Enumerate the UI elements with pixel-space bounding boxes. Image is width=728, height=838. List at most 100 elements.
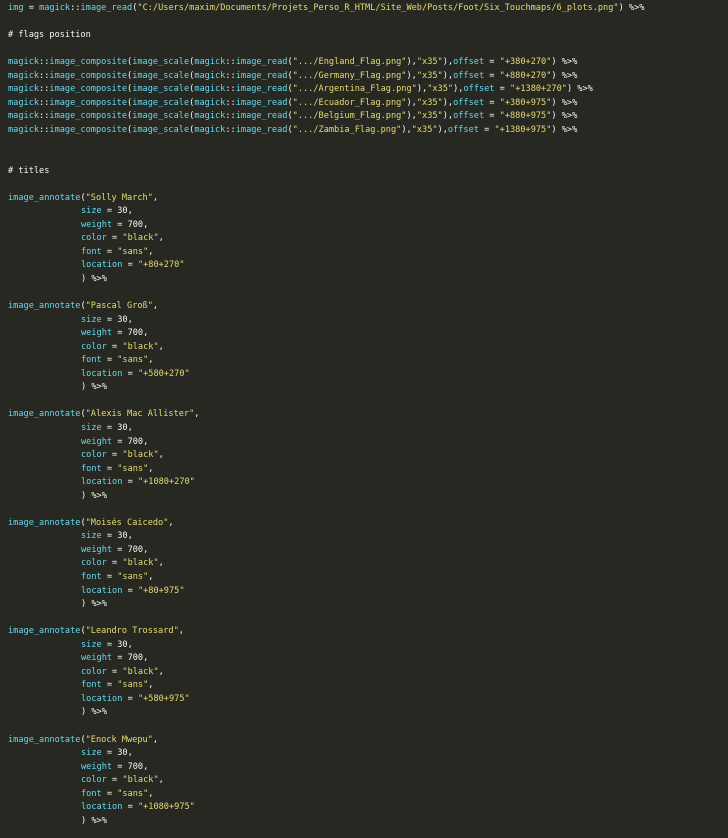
code-token: ,: [148, 680, 154, 691]
code-token: "sans": [117, 571, 149, 582]
code-token: font: [81, 246, 102, 257]
code-token: ) %>%: [81, 490, 107, 501]
code-token: ,: [143, 219, 149, 230]
code-line: image_annotate("Leandro Trossard",: [8, 625, 728, 639]
code-token: image_scale: [132, 84, 190, 95]
code-line: # titles: [8, 165, 728, 179]
code-token: "x35": [416, 97, 443, 108]
code-token: weight: [81, 761, 113, 772]
code-token: location: [81, 368, 123, 379]
code-token: image_annotate: [8, 301, 81, 312]
code-token: font: [81, 788, 102, 799]
code-line: location = "+1080+270": [8, 476, 728, 490]
code-token: location: [81, 693, 123, 704]
code-token: magick: [8, 84, 40, 95]
code-token: "Solly March": [85, 192, 153, 203]
code-token: image_annotate: [8, 517, 81, 528]
code-token: image_annotate: [8, 409, 81, 420]
code-token: =: [122, 368, 138, 379]
code-token: image_annotate: [8, 192, 81, 203]
code-token: =: [101, 355, 118, 366]
code-token: image_scale: [132, 111, 190, 122]
code-token: offset: [447, 124, 479, 135]
code-token: ,: [127, 531, 133, 542]
code-token: ),: [437, 124, 448, 135]
code-token: ,: [178, 626, 184, 637]
code-token: ".../Germany_Flag.png": [292, 70, 407, 81]
code-token: size: [81, 531, 102, 542]
code-token: color: [81, 558, 107, 569]
code-token: ,: [148, 788, 154, 799]
code-token: color: [81, 775, 107, 786]
code-token: ,: [148, 246, 154, 257]
code-editor[interactable]: img = magick::image_read("C:/Users/maxim…: [0, 0, 728, 838]
code-token: ) %>%: [566, 84, 593, 95]
code-token: =: [106, 233, 123, 244]
code-token: size: [81, 748, 102, 759]
code-token: ,: [152, 192, 159, 203]
code-line: font = "sans",: [8, 354, 728, 368]
code-token: image_scale: [132, 97, 190, 108]
code-token: ,: [168, 517, 174, 528]
code-token: image_scale: [132, 57, 190, 68]
code-token: ,: [152, 734, 159, 745]
code-token: magick: [194, 97, 226, 108]
code-line: ) %>%: [8, 490, 728, 504]
code-token: ),: [442, 97, 454, 108]
code-token: ::: [39, 57, 50, 68]
code-token: =: [484, 70, 500, 81]
code-token: image_read: [235, 97, 288, 108]
code-token: ,: [143, 436, 149, 447]
code-line: image_annotate("Alexis Mac Allister",: [8, 408, 728, 422]
code-token: =: [101, 206, 118, 217]
code-token: image_read: [80, 3, 133, 13]
code-token: ::: [225, 124, 236, 135]
code-token: image_composite: [49, 57, 128, 68]
code-token: offset: [453, 111, 485, 122]
code-token: image_scale: [132, 70, 190, 81]
code-token: ::: [225, 97, 236, 108]
code-token: magick: [194, 111, 226, 122]
code-token: ,: [158, 775, 164, 786]
code-line: location = "+80+975": [8, 585, 728, 599]
code-token: ,: [158, 233, 164, 244]
code-line: weight = 700,: [8, 544, 728, 558]
code-token: ::: [225, 111, 236, 122]
code-token: location: [81, 802, 123, 813]
code-token: =: [101, 680, 118, 691]
code-token: ::: [39, 124, 50, 135]
code-line: location = "+80+270": [8, 259, 728, 273]
code-line: image_annotate("Moisés Caicedo",: [8, 517, 728, 531]
code-token: 700: [127, 328, 144, 339]
code-token: 30: [117, 206, 128, 217]
code-token: offset: [453, 70, 485, 81]
code-token: "+80+975": [137, 585, 185, 596]
code-token: # titles: [8, 165, 50, 176]
code-token: "+1380+270": [510, 84, 567, 95]
code-line: size = 30,: [8, 747, 728, 761]
code-token: ,: [152, 301, 159, 312]
code-token: ),: [401, 124, 412, 135]
code-token: "C:/Users/maxim/Documents/Projets_Perso_…: [137, 3, 619, 13]
code-token: "Moisés Caicedo": [85, 517, 169, 528]
code-line: magick::image_composite(image_scale(magi…: [8, 97, 728, 111]
code-token: =: [484, 57, 500, 68]
code-token: "sans": [117, 788, 149, 799]
code-token: weight: [81, 653, 113, 664]
code-token: 700: [127, 761, 144, 772]
code-token: ::: [39, 84, 50, 95]
code-line: size = 30,: [8, 639, 728, 653]
code-token: offset: [453, 97, 485, 108]
code-token: =: [101, 531, 118, 542]
code-token: "sans": [117, 355, 149, 366]
code-token: ) %>%: [551, 97, 578, 108]
code-line: img = magick::image_read("C:/Users/maxim…: [8, 2, 728, 16]
code-token: weight: [81, 436, 113, 447]
code-line: font = "sans",: [8, 571, 728, 585]
code-token: =: [106, 450, 123, 461]
code-token: ) %>%: [551, 57, 578, 68]
code-token: =: [112, 328, 128, 339]
